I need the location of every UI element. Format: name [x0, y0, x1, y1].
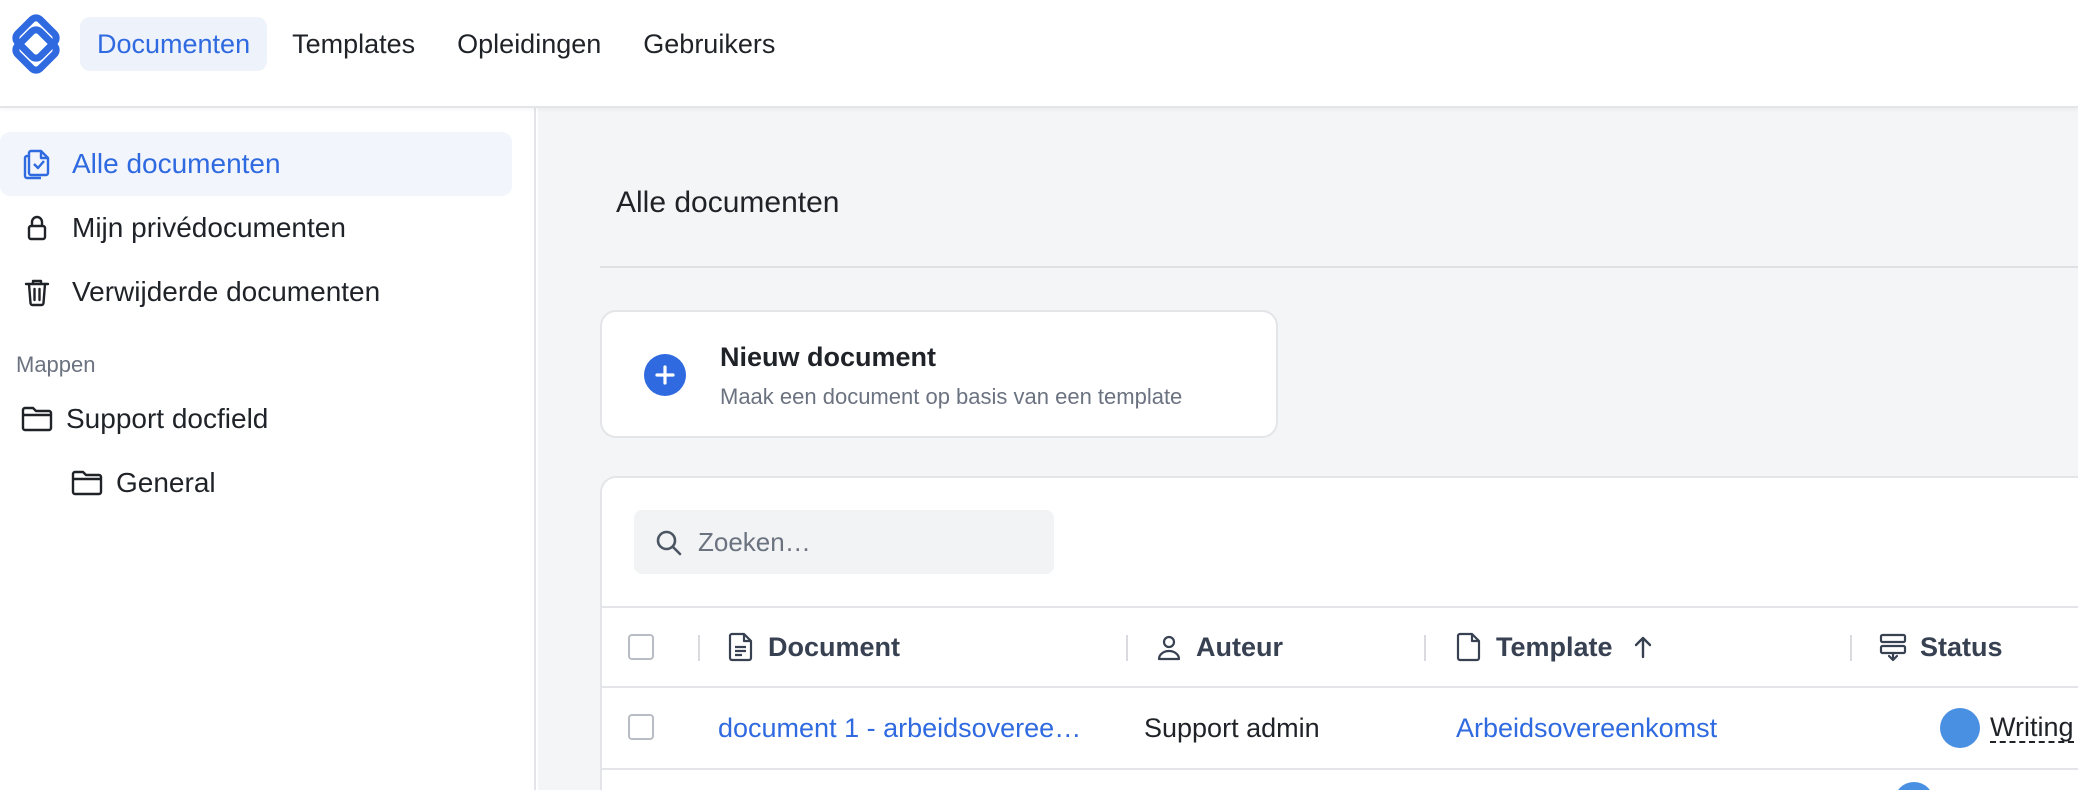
status-cell[interactable]: Writing: [1940, 688, 2074, 768]
folder-label: General: [116, 467, 216, 498]
document-link[interactable]: document 1 - arbeidsoveree…: [718, 688, 1081, 768]
documents-table-card: Document Auteur: [600, 476, 2078, 790]
next-row-status-indicator-icon: [1894, 782, 1934, 790]
search-input[interactable]: [698, 510, 1038, 574]
title-divider: [600, 266, 2078, 268]
column-header-label: Auteur: [1196, 631, 1283, 662]
sidebar-item-label: Alle documenten: [72, 148, 281, 179]
nav-item-opleidingen[interactable]: Opleidingen: [440, 17, 618, 71]
author-cell: Support admin: [1144, 712, 1320, 743]
column-header-label: Template: [1496, 631, 1613, 662]
page-title: Alle documenten: [616, 186, 840, 219]
sidebar-item-label: Verwijderde documenten: [72, 276, 381, 307]
row-checkbox[interactable]: [628, 714, 654, 740]
column-separator: [698, 635, 700, 661]
column-separator[interactable]: [1126, 635, 1128, 661]
column-header-label: Status: [1920, 631, 2003, 662]
column-separator[interactable]: [1424, 635, 1426, 661]
status-icon: [1878, 632, 1908, 662]
new-document-card[interactable]: Nieuw document Maak een document op basi…: [600, 310, 1278, 438]
select-all-checkbox[interactable]: [628, 634, 654, 660]
app-logo-icon[interactable]: [6, 14, 66, 74]
folder-icon: [70, 466, 104, 500]
sidebar: Alle documenten Mijn privédocumenten Ver…: [0, 108, 536, 790]
column-header-status[interactable]: Status: [1878, 608, 2003, 686]
nav-item-gebruikers[interactable]: Gebruikers: [626, 17, 792, 71]
search-icon: [656, 530, 682, 556]
folders-section-title: Mappen: [16, 352, 96, 377]
sidebar-item-label: Mijn privédocumenten: [72, 212, 346, 243]
trash-icon: [18, 273, 56, 311]
sidebar-item-alle-documenten[interactable]: Alle documenten: [0, 132, 512, 196]
lock-icon: [18, 209, 56, 247]
status-label: Writing: [1990, 712, 2074, 743]
top-navigation-bar: Documenten Templates Opleidingen Gebruik…: [0, 0, 2078, 108]
folder-general[interactable]: General: [70, 458, 216, 508]
template-link[interactable]: Arbeidsovereenkomst: [1456, 688, 1717, 768]
new-document-subtitle: Maak een document op basis van een templ…: [720, 384, 1183, 409]
status-indicator-icon: [1940, 708, 1980, 748]
documents-icon: [18, 145, 56, 183]
folder-icon: [20, 402, 54, 436]
folder-support-docfield[interactable]: Support docfield: [20, 394, 268, 444]
sidebar-item-verwijderde-documenten[interactable]: Verwijderde documenten: [0, 260, 512, 324]
new-document-title: Nieuw document: [720, 342, 937, 372]
file-icon: [1454, 632, 1484, 662]
plus-circle-icon: [644, 354, 686, 396]
column-header-label: Document: [768, 631, 901, 662]
nav-item-documenten[interactable]: Documenten: [80, 17, 268, 71]
sort-ascending-icon[interactable]: [1631, 634, 1655, 660]
column-separator[interactable]: [1850, 635, 1852, 661]
main-content: Alle documenten Nieuw document Maak een …: [538, 108, 2078, 790]
column-header-template[interactable]: Template: [1454, 608, 1655, 686]
folder-label: Support docfield: [66, 403, 269, 434]
sidebar-item-mijn-privedocumenten[interactable]: Mijn privédocumenten: [0, 196, 512, 260]
column-header-auteur[interactable]: Auteur: [1154, 608, 1283, 686]
user-icon: [1154, 632, 1184, 662]
search-box[interactable]: [634, 510, 1054, 574]
column-header-document[interactable]: Document: [726, 608, 900, 686]
table-header: Document Auteur Template Status: [602, 606, 2078, 688]
file-text-icon: [726, 632, 756, 662]
nav-item-templates[interactable]: Templates: [275, 17, 432, 71]
table-row[interactable]: document 1 - arbeidsoveree… Support admi…: [602, 688, 2078, 770]
main-nav: Documenten Templates Opleidingen Gebruik…: [80, 17, 792, 71]
